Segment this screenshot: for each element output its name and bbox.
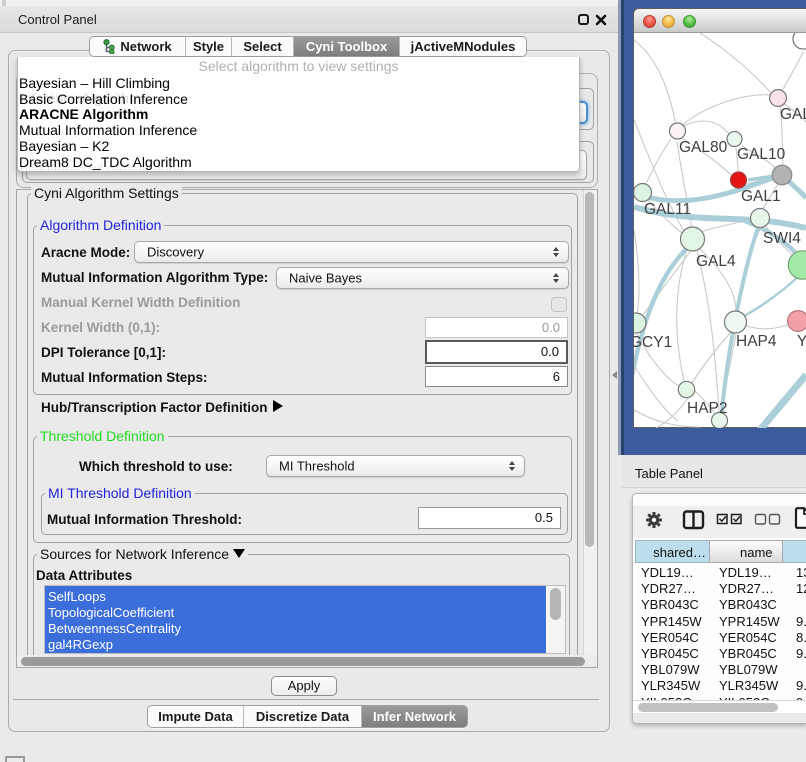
svg-text:Y: Y (797, 333, 806, 350)
svg-text:GAL4: GAL4 (696, 253, 736, 270)
svg-text:GAL1: GAL1 (741, 188, 781, 205)
svg-text:HAP4: HAP4 (736, 333, 777, 350)
svg-text:GCY1: GCY1 (634, 334, 672, 351)
svg-text:GAL: GAL (780, 106, 806, 123)
svg-text:SWI4: SWI4 (763, 230, 801, 247)
svg-text:GAL80: GAL80 (679, 139, 728, 156)
svg-text:GAL10: GAL10 (737, 146, 786, 163)
svg-text:GAL11: GAL11 (644, 201, 691, 218)
svg-text:HAP2: HAP2 (687, 400, 728, 417)
